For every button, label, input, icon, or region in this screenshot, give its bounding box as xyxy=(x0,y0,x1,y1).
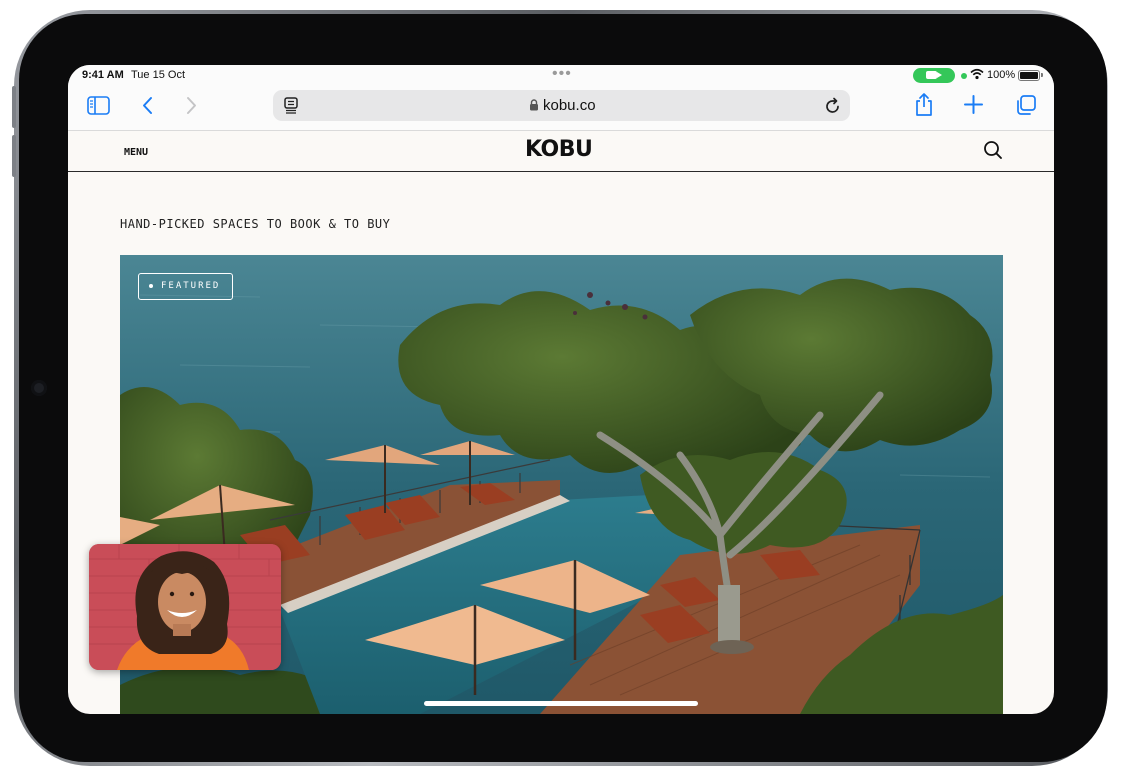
volume-up-button xyxy=(12,86,16,128)
lock-icon xyxy=(530,99,538,111)
tabs-icon[interactable] xyxy=(1015,95,1036,116)
screen: 9:41 AM Tue 15 Oct ••• 100% kobu.co MENU… xyxy=(68,65,1054,714)
status-time: 9:41 AM xyxy=(82,69,124,81)
reader-icon[interactable] xyxy=(283,97,299,114)
camera-in-use-dot xyxy=(961,73,967,79)
page-tagline: HAND-PICKED SPACES TO BOOK & TO BUY xyxy=(120,217,391,231)
site-header: MENU KOBU xyxy=(68,131,1054,172)
forward-icon[interactable] xyxy=(185,96,199,115)
new-tab-icon[interactable] xyxy=(964,95,983,114)
bullet-icon xyxy=(149,283,153,288)
video-camera-icon xyxy=(926,71,942,79)
front-camera xyxy=(31,380,47,396)
featured-badge: FEATURED xyxy=(138,273,234,300)
multitasking-dots-icon[interactable]: ••• xyxy=(552,65,572,83)
menu-button[interactable]: MENU xyxy=(124,147,148,158)
url-text[interactable]: kobu.co xyxy=(543,97,596,114)
home-indicator[interactable] xyxy=(424,701,698,706)
facetime-video-pip[interactable] xyxy=(89,544,281,670)
battery-percent: 100% xyxy=(987,69,1016,81)
browser-toolbar: kobu.co xyxy=(68,85,1054,131)
wifi-icon xyxy=(970,68,984,80)
site-logo[interactable]: KOBU xyxy=(525,137,593,162)
sidebar-icon[interactable] xyxy=(87,96,110,115)
facetime-indicator[interactable] xyxy=(913,68,955,83)
battery-icon xyxy=(1018,70,1043,81)
status-date: Tue 15 Oct xyxy=(131,69,186,81)
address-bar[interactable]: kobu.co xyxy=(273,90,850,121)
reload-icon[interactable] xyxy=(825,97,841,114)
search-icon[interactable] xyxy=(983,140,1003,160)
volume-down-button xyxy=(12,135,16,177)
caller-video xyxy=(89,544,281,670)
share-icon[interactable] xyxy=(914,92,934,117)
back-icon[interactable] xyxy=(140,96,154,115)
status-bar: 9:41 AM Tue 15 Oct ••• 100% xyxy=(68,65,1054,85)
featured-badge-label: FEATURED xyxy=(161,281,221,291)
